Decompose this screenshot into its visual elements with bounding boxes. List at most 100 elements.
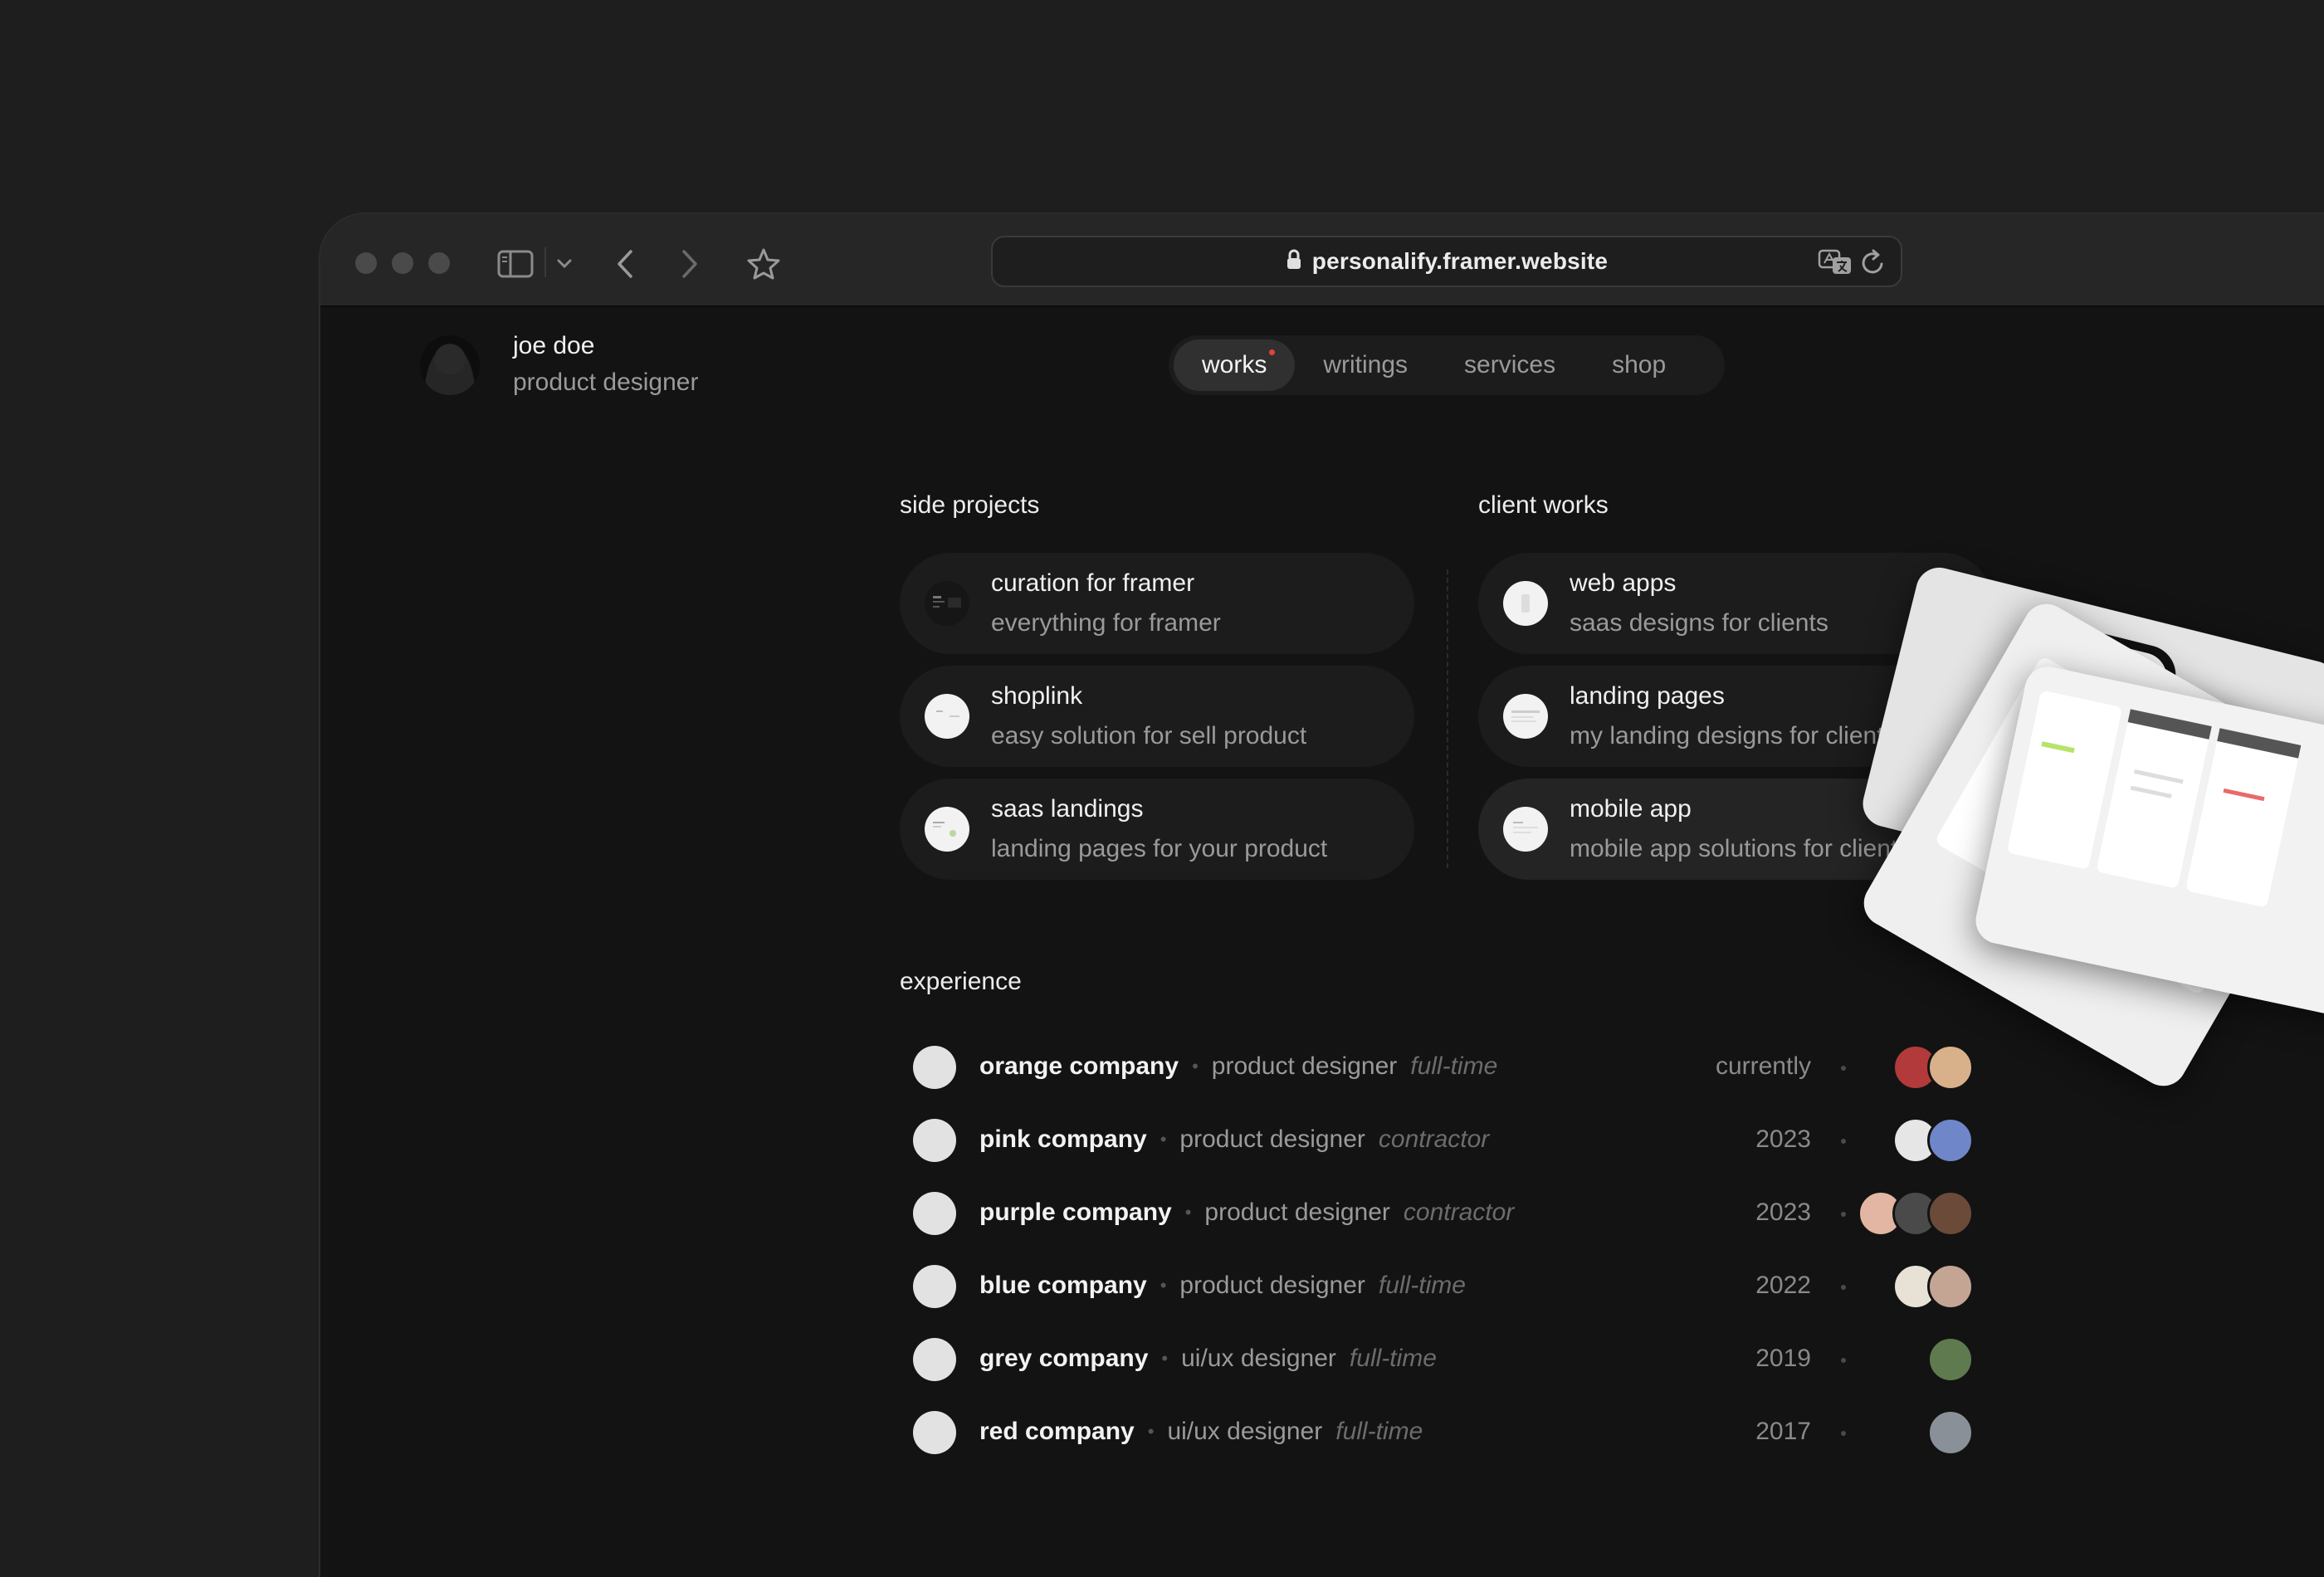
card-title: web apps (1570, 569, 1677, 597)
employment-type: contractor (1378, 1125, 1490, 1153)
job-title: product designer (1179, 1272, 1365, 1299)
nav-tab-services[interactable]: services (1436, 339, 1584, 391)
project-thumbnail (925, 694, 969, 739)
card-subtitle: landing pages for your product (991, 835, 1328, 862)
avatar (1927, 1117, 1974, 1164)
employment-type: contractor (1403, 1199, 1515, 1226)
nav-tab-label: writings (1323, 351, 1409, 378)
card-subtitle: saas designs for clients (1570, 609, 1828, 637)
profile-name: joe doe (513, 332, 595, 359)
experience-date: 2023 (1755, 1199, 1811, 1226)
minimize-window-button[interactable] (392, 252, 413, 274)
separator-dot: • (1192, 1056, 1199, 1077)
team-avatars (1927, 1409, 1974, 1456)
reload-icon[interactable] (1861, 249, 1886, 280)
nav-tab-label: shop (1612, 351, 1667, 378)
toolbar-divider (544, 247, 546, 277)
company-name: blue company (979, 1272, 1147, 1299)
client-works-heading: client works (1478, 491, 1609, 519)
job-title: ui/ux designer (1167, 1418, 1323, 1445)
project-thumbnail (1503, 694, 1548, 739)
nav-tab-shop[interactable]: shop (1584, 339, 1694, 391)
separator-dot: • (1161, 1348, 1169, 1369)
browser-toolbar: personalify.framer.website (320, 214, 2324, 307)
separator-dot (1841, 1358, 1846, 1363)
employment-type: full-time (1410, 1052, 1498, 1080)
experience-row[interactable]: orange company • product designer full-t… (320, 1041, 1974, 1091)
card-subtitle: my landing designs for clients (1570, 722, 1897, 749)
address-bar[interactable]: personalify.framer.website (991, 236, 1902, 287)
separator-dot (1841, 1212, 1846, 1217)
company-logo (913, 1046, 956, 1089)
chevron-down-icon[interactable] (554, 241, 574, 287)
team-avatars (1927, 1336, 1974, 1383)
lock-icon (1286, 249, 1302, 275)
job-title: product designer (1204, 1199, 1390, 1226)
nav-tab-works[interactable]: works (1174, 339, 1296, 391)
notification-dot (1269, 349, 1276, 355)
experience-date: 2023 (1755, 1125, 1811, 1153)
nav-tab-writings[interactable]: writings (1295, 339, 1436, 391)
project-card-curation[interactable]: curation for framer everything for frame… (900, 553, 1414, 654)
main-nav: works writings services shop (1169, 335, 1725, 395)
card-title: shoplink (991, 682, 1083, 710)
zoom-window-button[interactable] (428, 252, 450, 274)
company-name: red company (979, 1418, 1135, 1445)
column-divider (1447, 569, 1448, 868)
project-thumbnail (925, 581, 969, 626)
job-title: product designer (1179, 1125, 1365, 1153)
team-avatars (1858, 1190, 1974, 1237)
project-card-shoplink[interactable]: shoplink easy solution for sell product (900, 666, 1414, 767)
experience-row[interactable]: purple company • product designer contra… (320, 1187, 1974, 1237)
separator-dot: • (1147, 1421, 1155, 1442)
job-title: product designer (1211, 1052, 1398, 1080)
url-text: personalify.framer.website (1311, 248, 1609, 274)
company-logo (913, 1119, 956, 1162)
company-logo (913, 1411, 956, 1454)
translate-icon[interactable] (1818, 249, 1853, 280)
avatar (1927, 1263, 1974, 1310)
team-avatars (1892, 1117, 1974, 1164)
separator-dot: • (1160, 1129, 1167, 1150)
employment-type: full-time (1335, 1418, 1423, 1445)
company-name: grey company (979, 1345, 1149, 1372)
employment-type: full-time (1349, 1345, 1437, 1372)
team-avatars (1892, 1044, 1974, 1091)
profile-avatar[interactable] (420, 335, 480, 395)
project-card-saas-landings[interactable]: saas landings landing pages for your pro… (900, 779, 1414, 880)
experience-row[interactable]: pink company • product designer contract… (320, 1114, 1974, 1164)
project-thumbnail (925, 807, 969, 852)
company-logo (913, 1265, 956, 1308)
experience-row[interactable]: blue company • product designer full-tim… (320, 1260, 1974, 1310)
experience-date: 2019 (1755, 1345, 1811, 1372)
card-subtitle: easy solution for sell product (991, 722, 1307, 749)
job-title: ui/ux designer (1181, 1345, 1336, 1372)
card-title: curation for framer (991, 569, 1195, 597)
experience-heading: experience (900, 968, 1022, 995)
experience-date: 2022 (1755, 1272, 1811, 1299)
experience-date: currently (1715, 1052, 1811, 1080)
avatar (1927, 1044, 1974, 1091)
avatar (1927, 1190, 1974, 1237)
card-title: saas landings (991, 795, 1144, 823)
profile-role: product designer (513, 369, 699, 396)
company-logo (913, 1192, 956, 1235)
sidebar-icon[interactable] (496, 241, 535, 287)
forward-icon[interactable] (677, 241, 702, 287)
employment-type: full-time (1378, 1272, 1466, 1299)
close-window-button[interactable] (355, 252, 377, 274)
browser-window: personalify.framer.website joe doe produ… (319, 212, 2324, 1577)
experience-row[interactable]: grey company • ui/ux designer full-time … (320, 1333, 1974, 1383)
nav-tab-label: services (1464, 351, 1556, 378)
project-thumbnail (1503, 581, 1548, 626)
separator-dot: • (1160, 1275, 1167, 1296)
card-subtitle: mobile app solutions for clients (1570, 835, 1911, 862)
star-icon[interactable] (745, 241, 782, 287)
separator-dot (1841, 1139, 1846, 1144)
company-logo (913, 1338, 956, 1381)
experience-row[interactable]: red company • ui/ux designer full-time 2… (320, 1406, 1974, 1456)
separator-dot (1841, 1285, 1846, 1290)
back-icon[interactable] (613, 241, 637, 287)
side-projects-heading: side projects (900, 491, 1040, 519)
project-thumbnail (1503, 807, 1548, 852)
